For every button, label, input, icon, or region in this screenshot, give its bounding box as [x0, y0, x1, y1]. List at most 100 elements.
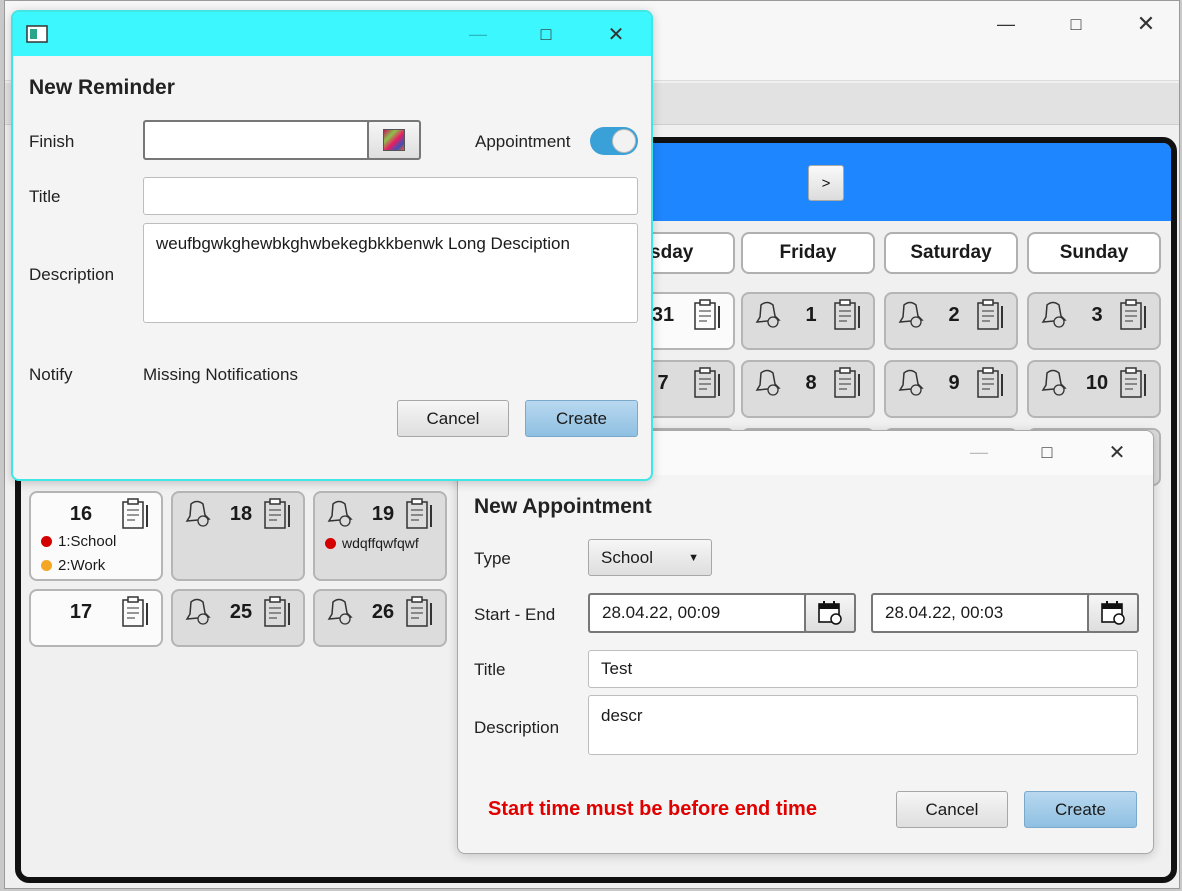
clipboard-icon[interactable]	[263, 595, 293, 629]
bell-icon[interactable]	[325, 597, 353, 625]
clipboard-icon[interactable]	[263, 497, 293, 531]
notify-value: Missing Notifications	[143, 365, 298, 384]
bell-icon[interactable]	[896, 368, 924, 396]
weekday-header: Sunday	[1027, 232, 1161, 274]
error-message: Start time must be before end time	[488, 798, 817, 820]
cancel-button[interactable]: Cancel	[397, 400, 509, 437]
end-datetime-input[interactable]: 28.04.22, 00:03	[871, 593, 1089, 633]
clipboard-icon[interactable]	[976, 298, 1006, 332]
day-number: 1	[805, 304, 817, 326]
event-item[interactable]: 2:Work	[41, 557, 105, 574]
calendar-icon	[1101, 601, 1125, 625]
finish-label: Finish	[29, 132, 75, 151]
day-number: 8	[805, 372, 817, 394]
clipboard-icon[interactable]	[121, 595, 151, 629]
bell-icon[interactable]	[325, 499, 353, 527]
type-select[interactable]: School ▼	[588, 539, 712, 576]
day-number: 19	[371, 503, 395, 525]
maximize-icon[interactable]: □	[1024, 437, 1070, 467]
day-cell[interactable]: 17	[29, 589, 163, 647]
close-icon[interactable]: ✕	[1094, 437, 1140, 467]
title-input[interactable]: Test	[588, 650, 1138, 688]
event-dot	[41, 560, 52, 571]
new-reminder-dialog: — □ ✕ New Reminder Finish Appointment Ti…	[11, 10, 653, 481]
description-input[interactable]: weufbgwkghewbkghwbekegbkkbenwk Long Desc…	[143, 223, 638, 323]
clipboard-icon[interactable]	[833, 366, 863, 400]
dialog-title: New Appointment	[474, 495, 652, 518]
day-number: 18	[229, 503, 253, 525]
create-button[interactable]: Create	[1024, 791, 1137, 828]
event-label: 2:Work	[58, 557, 106, 574]
day-number: 2	[948, 304, 960, 326]
create-button[interactable]: Create	[525, 400, 638, 437]
appointment-toggle[interactable]	[590, 127, 638, 155]
event-item[interactable]: 1:School	[41, 533, 116, 550]
notify-label: Notify	[29, 365, 73, 384]
toggle-knob	[612, 129, 636, 153]
description-label: Description	[474, 718, 560, 737]
bell-icon[interactable]	[1039, 300, 1067, 328]
event-dot	[325, 537, 336, 549]
day-number: 26	[371, 601, 395, 623]
start-datetime-input[interactable]: 28.04.22, 00:09	[588, 593, 806, 633]
day-cell[interactable]: 8	[741, 360, 875, 418]
clipboard-icon[interactable]	[405, 595, 435, 629]
clipboard-icon[interactable]	[1119, 298, 1149, 332]
chevron-down-icon: ▼	[688, 551, 699, 564]
maximize-icon[interactable]: □	[1053, 9, 1099, 39]
title-input[interactable]	[143, 177, 638, 215]
clipboard-icon[interactable]	[833, 298, 863, 332]
clipboard-icon[interactable]	[693, 298, 723, 332]
event-label: 1:School	[58, 533, 117, 550]
day-cell[interactable]: 2	[884, 292, 1018, 350]
bell-icon[interactable]	[183, 597, 211, 625]
day-cell[interactable]: 16 1:School 2:Work	[29, 491, 163, 581]
bell-icon[interactable]	[753, 300, 781, 328]
day-cell[interactable]: 26	[313, 589, 447, 647]
color-swatch-icon	[383, 129, 405, 151]
bell-icon[interactable]	[183, 499, 211, 527]
day-cell[interactable]: 9	[884, 360, 1018, 418]
clipboard-icon[interactable]	[693, 366, 723, 400]
close-icon[interactable]: ✕	[1123, 9, 1169, 39]
maximize-icon[interactable]: □	[523, 19, 569, 49]
reminder-titlebar: — □ ✕	[13, 12, 651, 56]
clipboard-icon[interactable]	[405, 497, 435, 531]
day-number: 25	[229, 601, 253, 623]
bell-icon[interactable]	[753, 368, 781, 396]
day-cell[interactable]: 1	[741, 292, 875, 350]
start-end-label: Start - End	[474, 605, 556, 624]
minimize-icon[interactable]: —	[455, 19, 501, 49]
day-number: 17	[69, 601, 93, 623]
clipboard-icon[interactable]	[976, 366, 1006, 400]
day-cell[interactable]: 10	[1027, 360, 1161, 418]
day-number: 9	[948, 372, 960, 394]
app-icon	[26, 25, 48, 43]
day-cell[interactable]: 3	[1027, 292, 1161, 350]
type-value: School	[601, 547, 653, 567]
title-label: Title	[29, 187, 61, 206]
day-cell[interactable]: 25	[171, 589, 305, 647]
end-calendar-button[interactable]	[1087, 593, 1139, 633]
bell-icon[interactable]	[1039, 368, 1067, 396]
cancel-button[interactable]: Cancel	[896, 791, 1008, 828]
start-calendar-button[interactable]	[804, 593, 856, 633]
day-cell[interactable]: 18	[171, 491, 305, 581]
next-week-button[interactable]: >	[808, 165, 844, 201]
finish-date-input[interactable]	[143, 120, 369, 160]
description-input[interactable]: descr	[588, 695, 1138, 755]
dialog-title: New Reminder	[29, 76, 175, 99]
finish-date-picker-button[interactable]	[367, 120, 421, 160]
day-cell[interactable]: 19 wdqffqwfqwf	[313, 491, 447, 581]
clipboard-icon[interactable]	[1119, 366, 1149, 400]
bell-icon[interactable]	[896, 300, 924, 328]
type-label: Type	[474, 549, 511, 568]
minimize-icon[interactable]: —	[956, 437, 1002, 467]
event-item[interactable]: wdqffqwfqwf	[325, 535, 419, 551]
close-icon[interactable]: ✕	[593, 19, 639, 49]
event-label: wdqffqwfqwf	[342, 535, 419, 551]
appointment-toggle-label: Appointment	[475, 132, 571, 151]
clipboard-icon[interactable]	[121, 497, 151, 531]
minimize-icon[interactable]: —	[983, 9, 1029, 39]
weekday-header: Saturday	[884, 232, 1018, 274]
